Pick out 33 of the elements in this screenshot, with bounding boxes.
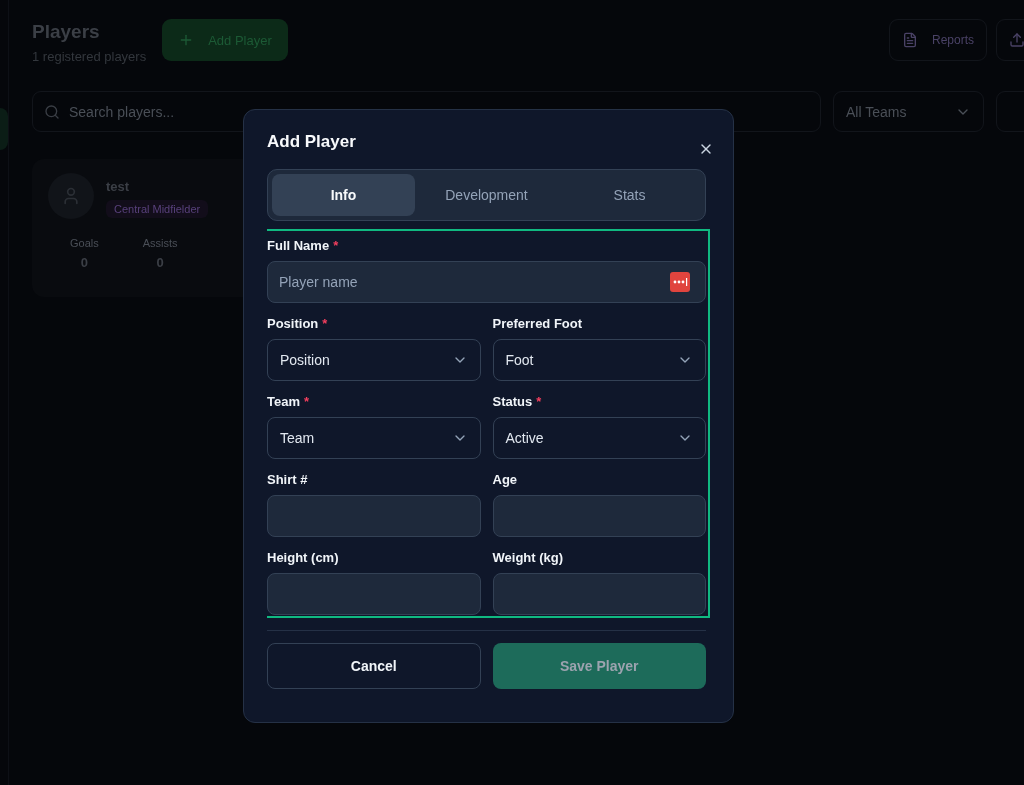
select-field[interactable]: Position: [267, 339, 481, 381]
tab[interactable]: Info: [272, 174, 415, 216]
stat-label: Goals: [70, 237, 99, 249]
tab[interactable]: Development: [415, 174, 558, 216]
field-label: Shirt #: [267, 472, 309, 487]
input-field[interactable]: [267, 495, 481, 537]
stat-label: Assists: [142, 237, 178, 249]
field-label: Full Name *: [267, 238, 340, 253]
upload-icon: [1009, 32, 1024, 48]
document-icon: [901, 32, 918, 48]
field-label: Status *: [492, 394, 543, 409]
tab[interactable]: Stats: [558, 174, 701, 216]
upload-button[interactable]: [996, 19, 1024, 61]
field-label: Weight (kg): [492, 550, 565, 565]
field-label: Age: [492, 472, 519, 487]
input-field[interactable]: [492, 495, 706, 537]
field-label: Height (cm): [267, 550, 340, 565]
input-field[interactable]: [492, 573, 706, 615]
field-label: Preferred Foot: [492, 316, 584, 331]
dialog-title: Add Player: [267, 132, 356, 152]
field-label: Team *: [267, 394, 311, 409]
position-tag: Central Midfielder: [106, 200, 209, 218]
input-field[interactable]: [267, 573, 481, 615]
search-icon: [44, 103, 60, 120]
password-manager-icon[interactable]: [670, 272, 690, 292]
select-field[interactable]: Team: [267, 417, 481, 459]
page-title: Players: [32, 21, 101, 43]
select-field[interactable]: Active: [492, 417, 706, 459]
name-field[interactable]: Player name: [267, 261, 706, 303]
cancel-button[interactable]: Cancel: [267, 643, 481, 689]
field-label: Position *: [267, 316, 329, 331]
avatar-icon: [48, 173, 94, 219]
select-field[interactable]: Foot: [492, 339, 706, 381]
